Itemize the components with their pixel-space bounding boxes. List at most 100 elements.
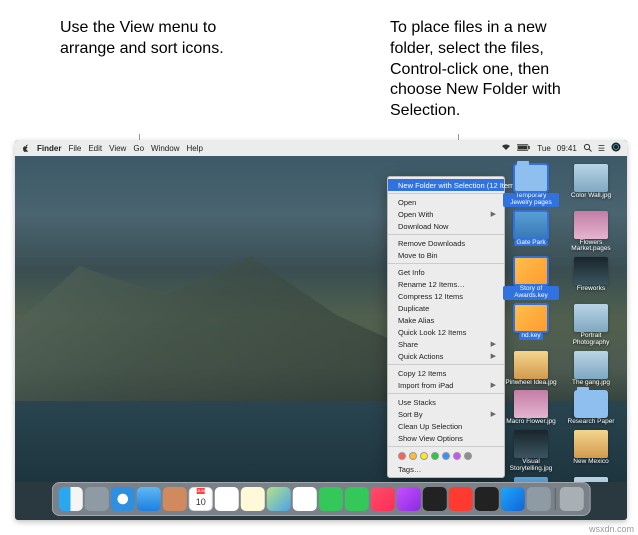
siri-icon[interactable] bbox=[611, 142, 621, 154]
context-menu-item[interactable]: Get Info bbox=[388, 266, 504, 278]
desktop-file-icon[interactable]: Pinwheel Idea.jpg bbox=[503, 351, 559, 387]
context-menu-item[interactable]: Download Now bbox=[388, 220, 504, 232]
context-menu-separator bbox=[388, 263, 504, 264]
dock-stocks-icon[interactable] bbox=[475, 487, 499, 511]
dock-contacts-icon[interactable] bbox=[163, 487, 187, 511]
menubar-time[interactable]: 09:41 bbox=[557, 144, 577, 153]
context-menu-item[interactable]: Make Alias bbox=[388, 314, 504, 326]
dock-music-icon[interactable] bbox=[371, 487, 395, 511]
file-label: Story of Awards.key bbox=[503, 286, 559, 300]
dock-maps-icon[interactable] bbox=[267, 487, 291, 511]
dock-calendar-icon[interactable]: JUN10 bbox=[189, 487, 213, 511]
context-menu-item[interactable]: Clean Up Selection bbox=[388, 420, 504, 432]
context-menu-item[interactable]: Import from iPad▶ bbox=[388, 379, 504, 391]
context-menu-item[interactable]: Open bbox=[388, 196, 504, 208]
context-menu-item[interactable]: Use Stacks bbox=[388, 396, 504, 408]
wifi-icon[interactable] bbox=[501, 143, 511, 153]
file-thumbnail bbox=[574, 211, 608, 239]
context-menu-item[interactable]: New Folder with Selection (12 Items) bbox=[388, 179, 504, 191]
annotation-right: To place files in a new folder, select t… bbox=[390, 18, 590, 125]
dock-notes-icon[interactable] bbox=[241, 487, 265, 511]
context-menu-item[interactable]: Remove Downloads bbox=[388, 237, 504, 249]
file-label: Flowers Market.pages bbox=[563, 240, 619, 254]
desktop-file-icon[interactable]: Fireworks bbox=[563, 257, 619, 300]
context-menu-item[interactable]: Duplicate bbox=[388, 302, 504, 314]
file-label: Temporary Jewelry pages bbox=[503, 193, 559, 207]
dock-news-icon[interactable] bbox=[449, 487, 473, 511]
menu-help[interactable]: Help bbox=[186, 144, 202, 153]
dock-photos-icon[interactable] bbox=[293, 487, 317, 511]
context-menu-item[interactable]: Share▶ bbox=[388, 338, 504, 350]
file-thumbnail bbox=[514, 164, 548, 192]
menu-go[interactable]: Go bbox=[133, 144, 144, 153]
desktop-file-icon[interactable]: Portrait Photography bbox=[563, 304, 619, 347]
context-menu-separator bbox=[388, 234, 504, 235]
context-menu-item[interactable]: Quick Look 12 Items bbox=[388, 326, 504, 338]
dock-appstore-icon[interactable] bbox=[501, 487, 525, 511]
dock-podcasts-icon[interactable] bbox=[397, 487, 421, 511]
desktop[interactable]: New Folder with Selection (12 Items) Open… bbox=[15, 156, 627, 482]
tag-color-dot[interactable] bbox=[398, 452, 406, 460]
desktop-file-icon[interactable]: Story of Awards.key bbox=[503, 257, 559, 300]
dock-trash-icon[interactable] bbox=[559, 487, 583, 511]
desktop-file-icon[interactable]: New Mexico bbox=[563, 430, 619, 473]
apple-menu-icon[interactable] bbox=[21, 144, 30, 153]
dock-safari-icon[interactable] bbox=[111, 487, 135, 511]
tag-color-dot[interactable] bbox=[409, 452, 417, 460]
app-name[interactable]: Finder bbox=[37, 144, 61, 153]
desktop-file-icon[interactable]: Temporary Jewelry pages bbox=[503, 164, 559, 207]
dock-facetime-icon[interactable] bbox=[345, 487, 369, 511]
desktop-file-icon[interactable]: Visual Storytelling.jpg bbox=[503, 430, 559, 473]
menubar-day[interactable]: Tue bbox=[537, 144, 551, 153]
mac-screenshot: Finder File Edit View Go Window Help Tue… bbox=[15, 140, 627, 520]
submenu-arrow-icon: ▶ bbox=[491, 210, 496, 218]
context-menu-item[interactable]: Open With▶ bbox=[388, 208, 504, 220]
context-menu-item[interactable]: Quick Actions▶ bbox=[388, 350, 504, 362]
context-menu-separator bbox=[388, 364, 504, 365]
dock-reminders-icon[interactable] bbox=[215, 487, 239, 511]
menubar: Finder File Edit View Go Window Help Tue… bbox=[15, 140, 627, 156]
menu-edit[interactable]: Edit bbox=[88, 144, 102, 153]
menu-file[interactable]: File bbox=[68, 144, 81, 153]
context-menu-item[interactable]: Copy 12 Items bbox=[388, 367, 504, 379]
desktop-file-icon[interactable]: Flowers Market.pages bbox=[563, 211, 619, 254]
battery-icon[interactable] bbox=[517, 144, 531, 153]
tag-color-dot[interactable] bbox=[453, 452, 461, 460]
dock-system-preferences-icon[interactable] bbox=[527, 487, 551, 511]
tag-color-dot[interactable] bbox=[442, 452, 450, 460]
context-menu-item[interactable]: Compress 12 Items bbox=[388, 290, 504, 302]
desktop-file-icon[interactable]: The gang.jpg bbox=[563, 351, 619, 387]
file-label: The gang.jpg bbox=[572, 380, 610, 387]
menu-window[interactable]: Window bbox=[151, 144, 179, 153]
file-thumbnail bbox=[514, 430, 548, 458]
watermark: wsxdn.com bbox=[589, 524, 634, 534]
desktop-file-icon[interactable]: Gate Park bbox=[503, 211, 559, 254]
dock-messages-icon[interactable] bbox=[319, 487, 343, 511]
search-icon[interactable] bbox=[583, 143, 592, 154]
tag-color-dot[interactable] bbox=[420, 452, 428, 460]
dock-finder-icon[interactable] bbox=[59, 487, 83, 511]
context-menu-item[interactable]: Rename 12 Items… bbox=[388, 278, 504, 290]
file-thumbnail bbox=[574, 430, 608, 458]
dock: JUN10 bbox=[52, 482, 591, 516]
context-menu-tags-more[interactable]: Tags… bbox=[388, 463, 504, 475]
control-center-icon[interactable]: ☰ bbox=[598, 144, 605, 153]
tag-color-dot[interactable] bbox=[464, 452, 472, 460]
context-menu-item[interactable]: Show View Options bbox=[388, 432, 504, 444]
desktop-file-icon[interactable]: Research Paper bbox=[563, 390, 619, 426]
file-label: Research Paper bbox=[568, 419, 615, 426]
file-label: New Mexico bbox=[573, 459, 608, 466]
menu-view[interactable]: View bbox=[109, 144, 126, 153]
annotation-left: Use the View menu to arrange and sort ic… bbox=[60, 18, 230, 125]
desktop-file-icon[interactable]: nd.key bbox=[503, 304, 559, 347]
dock-mail-icon[interactable] bbox=[137, 487, 161, 511]
desktop-file-icon[interactable]: Color Wall.jpg bbox=[563, 164, 619, 207]
context-menu-item[interactable]: Sort By▶ bbox=[388, 408, 504, 420]
dock-launchpad-icon[interactable] bbox=[85, 487, 109, 511]
file-thumbnail bbox=[514, 304, 548, 332]
dock-tv-icon[interactable] bbox=[423, 487, 447, 511]
file-thumbnail bbox=[514, 351, 548, 379]
tag-color-dot[interactable] bbox=[431, 452, 439, 460]
context-menu-item[interactable]: Move to Bin bbox=[388, 249, 504, 261]
desktop-file-icon[interactable]: Macro Flower.jpg bbox=[503, 390, 559, 426]
